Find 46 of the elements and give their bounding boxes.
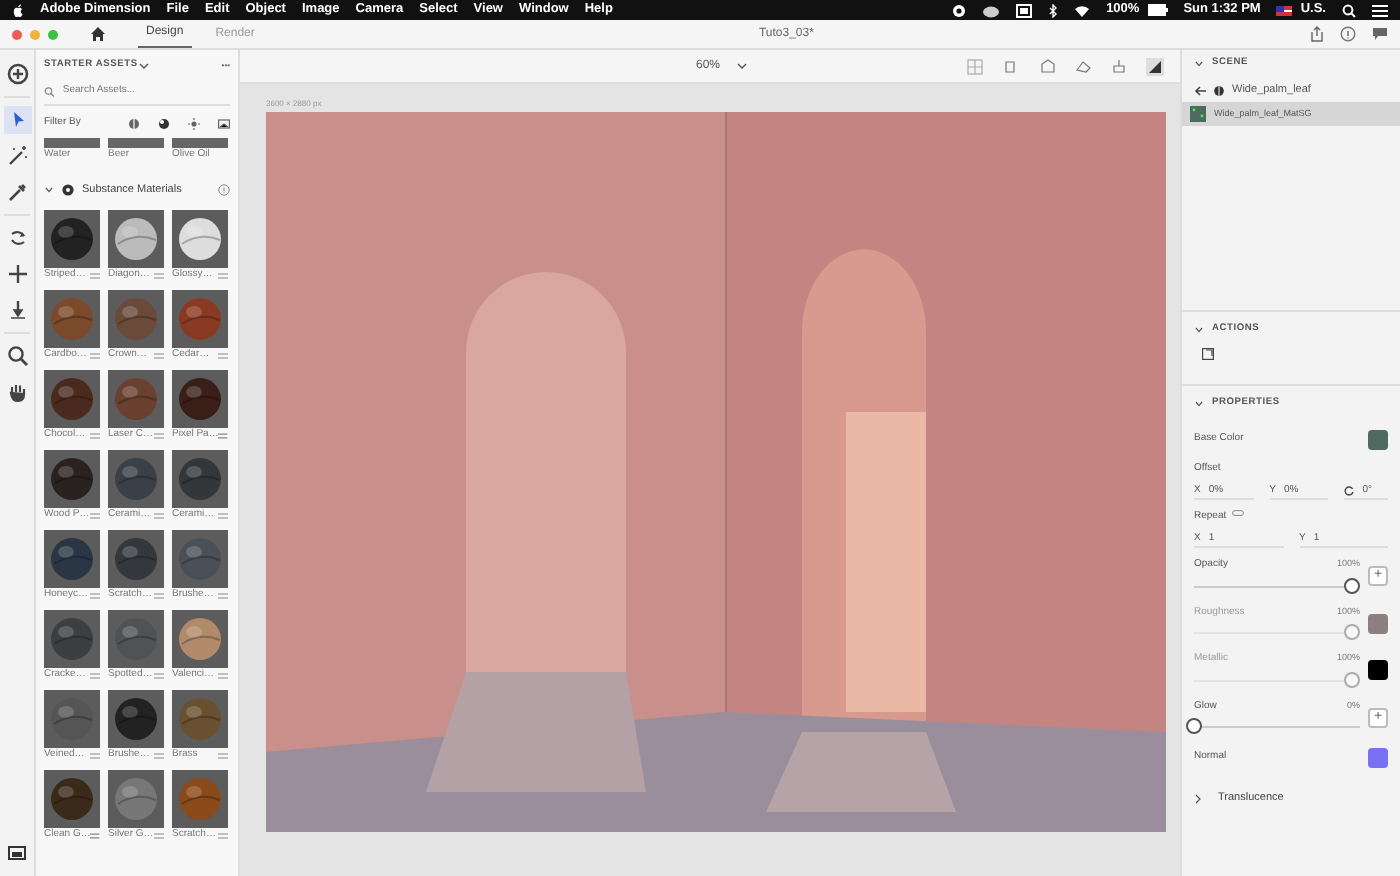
record-icon[interactable] [952,3,967,17]
adjust-icon[interactable] [218,431,228,439]
panel-icon[interactable] [8,846,26,860]
export-icon[interactable] [1202,348,1214,360]
chevron-down-icon[interactable] [1194,326,1204,334]
home-icon[interactable] [90,26,106,42]
chevron-down-icon[interactable] [1194,60,1204,68]
display-icon[interactable] [1016,3,1033,17]
color-swatch[interactable] [1368,430,1388,450]
material-filter-icon[interactable] [128,118,140,130]
help-icon[interactable] [218,184,230,196]
feedback-icon[interactable] [1372,26,1388,42]
light-filter-icon[interactable] [158,118,170,130]
dolly-icon[interactable] [1110,57,1129,75]
image-filter-icon[interactable] [218,118,230,130]
color-swatch[interactable] [1368,748,1388,768]
tool-button[interactable] [3,342,31,370]
menu-icon[interactable] [1372,3,1388,17]
link-icon [1232,510,1245,516]
help-icon[interactable] [1340,26,1356,42]
bluetooth-icon[interactable] [1048,3,1059,17]
back-arrow-icon[interactable] [1194,85,1206,95]
chevron-down-icon[interactable] [137,61,150,69]
material-icon [1214,85,1224,95]
substance-icon [62,184,74,196]
tool-button[interactable] [3,106,31,134]
tool-button[interactable] [3,260,31,288]
chevron-down-icon[interactable] [44,186,54,194]
sun-icon[interactable] [188,118,200,130]
chevron-down-icon[interactable] [1194,400,1204,408]
zoom-icon [3,342,31,370]
share-icon[interactable] [1310,26,1324,42]
slider-thumb[interactable] [1344,577,1360,593]
search-icon [44,86,55,98]
search-icon[interactable] [1342,3,1356,17]
move-icon [3,260,31,288]
flag-icon [1276,5,1293,15]
adjust-icon[interactable] [90,831,100,839]
chevron-down-icon [736,62,749,70]
add-icon [3,60,31,88]
wifi-icon[interactable] [1074,3,1091,17]
tool-button[interactable] [3,60,31,88]
slider-thumb[interactable] [1186,718,1202,734]
render-preview-icon[interactable] [1146,57,1165,75]
chevron-right-icon[interactable] [1194,793,1202,804]
battery-icon[interactable] [1147,4,1168,16]
